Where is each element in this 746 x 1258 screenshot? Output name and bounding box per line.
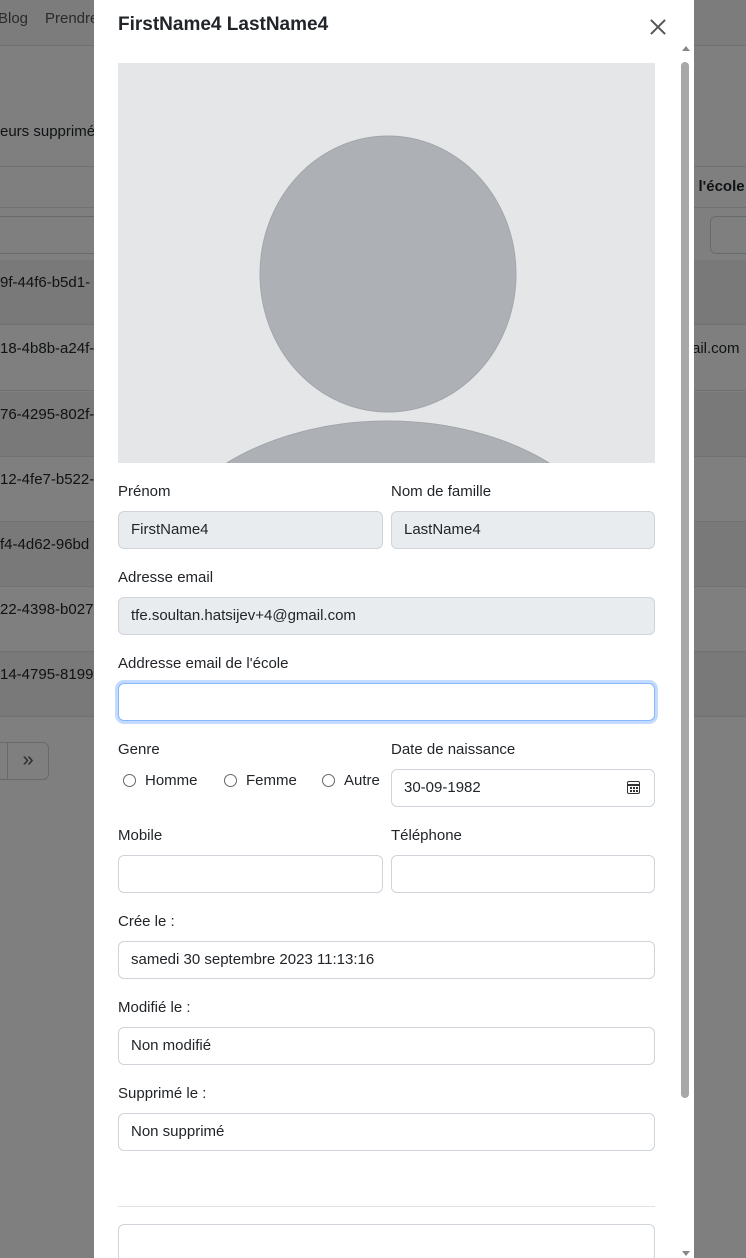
close-icon[interactable] [647, 16, 669, 38]
modified-field[interactable]: Non modifié [118, 1027, 655, 1065]
birth-date-label: Date de naissance [391, 741, 516, 758]
first-name-field[interactable]: FirstName4 [118, 511, 383, 549]
email-field[interactable]: tfe.soultan.hatsijev+4@gmail.com [118, 597, 655, 635]
radio-label: Autre [344, 772, 380, 789]
modal-header: FirstName4 LastName4 [94, 0, 694, 52]
footer-input[interactable] [118, 1224, 655, 1258]
footer-divider [118, 1206, 655, 1207]
email-label: Adresse email [118, 569, 214, 586]
last-name-field[interactable]: LastName4 [391, 511, 655, 549]
person-placeholder-icon [118, 63, 655, 463]
radio-circle-icon[interactable] [322, 774, 335, 787]
gender-radio-autre[interactable]: Autre [322, 772, 380, 789]
gender-radio-homme[interactable]: Homme [123, 772, 198, 789]
mobile-label: Mobile [118, 827, 163, 844]
radio-circle-icon[interactable] [123, 774, 136, 787]
scroll-thumb[interactable] [681, 62, 689, 1098]
deleted-field[interactable]: Non supprimé [118, 1113, 655, 1151]
scroll-down-arrow-icon[interactable] [682, 1251, 690, 1256]
birth-date-input[interactable]: 30-09-1982 [391, 769, 655, 807]
mobile-input[interactable] [118, 855, 383, 893]
last-name-label: Nom de famille [391, 483, 492, 500]
first-name-label: Prénom [118, 483, 171, 500]
created-label: Crée le : [118, 913, 175, 930]
modified-label: Modifié le : [118, 999, 191, 1016]
radio-label: Femme [246, 772, 297, 789]
phone-input[interactable] [391, 855, 655, 893]
school-email-label: Addresse email de l'école [118, 655, 289, 672]
calendar-icon[interactable] [627, 781, 640, 794]
school-email-input[interactable] [118, 683, 655, 721]
modal-scrollbar[interactable] [680, 44, 692, 1258]
modal-title: FirstName4 LastName4 [118, 14, 329, 35]
phone-label: Téléphone [391, 827, 462, 844]
deleted-label: Supprimé le : [118, 1085, 207, 1102]
created-field[interactable]: samedi 30 septembre 2023 11:13:16 [118, 941, 655, 979]
scroll-up-arrow-icon[interactable] [682, 46, 690, 51]
gender-radio-femme[interactable]: Femme [224, 772, 297, 789]
radio-circle-icon[interactable] [224, 774, 237, 787]
radio-label: Homme [145, 772, 198, 789]
gender-label: Genre [118, 741, 160, 758]
user-detail-modal: FirstName4 LastName4 Prénom Nom de famil… [94, 0, 694, 1258]
